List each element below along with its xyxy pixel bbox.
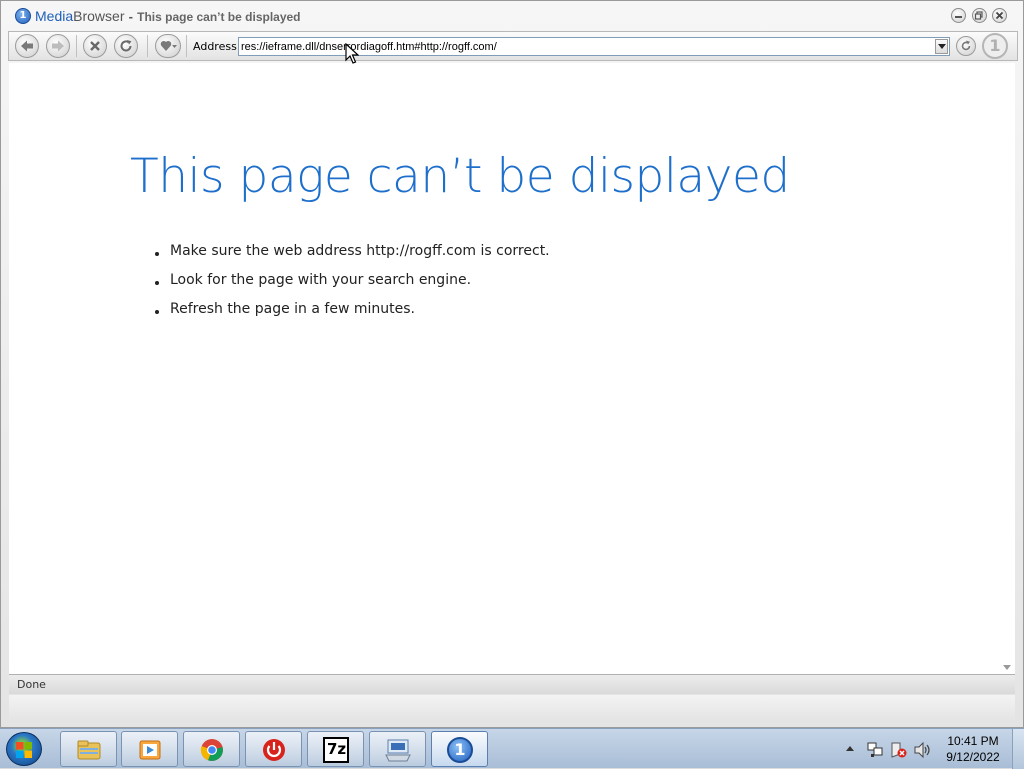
clock-time: 10:41 PM — [947, 734, 999, 748]
start-button[interactable] — [6, 732, 42, 766]
taskbar-file-explorer[interactable] — [60, 731, 117, 767]
error-heading: This page can’t be displayed — [130, 149, 790, 204]
vertical-scrollbar[interactable] — [999, 63, 1015, 674]
title-separator: - — [128, 9, 133, 24]
file-explorer-icon — [77, 740, 101, 760]
taskbar: 7z 1 10:41 PM 9/12/2022 — [0, 728, 1024, 769]
chevron-down-icon — [938, 44, 946, 49]
clock[interactable]: 10:41 PM 9/12/2022 — [938, 733, 1008, 765]
bullet-icon — [155, 310, 159, 314]
media-player-icon — [139, 740, 161, 760]
title-page-name: This page can’t be displayed — [137, 10, 301, 24]
list-item: Refresh the page in a few minutes. — [155, 301, 550, 330]
back-button[interactable] — [15, 34, 39, 58]
forward-button[interactable] — [46, 34, 70, 58]
7zip-label: 7z — [327, 740, 347, 758]
toolbar-separator — [186, 35, 187, 57]
7zip-icon: 7z — [323, 737, 349, 763]
title-app-name-media: Media — [35, 8, 74, 24]
suggestion-text: Make sure the web address http://rogff.c… — [170, 243, 550, 259]
address-label: Address — [193, 40, 237, 53]
keyboard-icon — [385, 739, 411, 762]
list-item: Look for the page with your search engin… — [155, 272, 550, 301]
minimize-button[interactable] — [951, 8, 966, 23]
back-icon — [21, 40, 33, 52]
taskbar-chrome[interactable] — [183, 731, 240, 767]
restore-icon — [974, 11, 983, 20]
status-bar: Done — [9, 674, 1015, 694]
show-desktop-button[interactable] — [1012, 729, 1024, 769]
window-title: MediaBrowser - This page can’t be displa… — [35, 8, 301, 25]
bullet-icon — [155, 252, 159, 256]
error-suggestions-list: Make sure the web address http://rogff.c… — [155, 243, 550, 330]
mouse-cursor-icon — [345, 43, 359, 64]
go-button[interactable] — [956, 36, 976, 56]
app-logo-icon: 1 — [15, 8, 31, 24]
taskbar-power[interactable] — [245, 731, 302, 767]
list-item: Make sure the web address http://rogff.c… — [155, 243, 550, 272]
suggestion-text: Look for the page with your search engin… — [170, 272, 472, 288]
toolbar-separator — [147, 35, 148, 57]
network-icon[interactable] — [866, 742, 884, 758]
system-tray — [842, 729, 938, 769]
title-bar: 1 MediaBrowser - This page can’t be disp… — [1, 1, 1023, 31]
action-center-icon[interactable] — [890, 742, 908, 758]
scroll-down-arrow-icon[interactable] — [1003, 665, 1011, 670]
toolbar-separator — [76, 35, 77, 57]
media-browser-icon: 1 — [447, 737, 473, 763]
chevron-up-icon[interactable] — [846, 745, 854, 751]
volume-icon[interactable] — [914, 742, 932, 758]
address-dropdown-button[interactable] — [935, 39, 948, 54]
taskbar-media-browser[interactable]: 1 — [431, 731, 488, 767]
refresh-button[interactable] — [114, 34, 138, 58]
close-button[interactable] — [992, 8, 1007, 23]
taskbar-keyboard[interactable] — [369, 731, 426, 767]
go-icon — [961, 40, 971, 51]
status-text: Done — [17, 678, 46, 691]
stop-button[interactable] — [83, 34, 107, 58]
media-browser-glyph: 1 — [454, 740, 466, 759]
window-bottom-frame — [9, 695, 1015, 723]
taskbar-7zip[interactable]: 7z — [307, 731, 364, 767]
favorites-icon — [160, 40, 177, 51]
minimize-icon — [955, 16, 962, 18]
browser-window: 1 MediaBrowser - This page can’t be disp… — [0, 0, 1024, 728]
power-icon — [263, 739, 285, 761]
chrome-icon — [200, 739, 223, 761]
page-content: This page can’t be displayed Make sure t… — [9, 63, 999, 674]
close-icon — [995, 11, 1004, 20]
favorites-button[interactable] — [155, 34, 181, 58]
bullet-icon — [155, 281, 159, 285]
clock-date: 9/12/2022 — [946, 750, 1000, 764]
refresh-icon — [120, 40, 132, 52]
windows-logo-icon — [16, 742, 32, 758]
suggestion-text: Refresh the page in a few minutes. — [170, 301, 415, 317]
navigation-toolbar: Address 1 — [8, 31, 1018, 61]
brand-logo-icon: 1 — [982, 33, 1008, 59]
forward-icon — [52, 40, 64, 52]
stop-icon — [90, 41, 100, 51]
title-app-name-browser: Browser — [73, 8, 125, 24]
taskbar-media-player[interactable] — [121, 731, 178, 767]
restore-button[interactable] — [972, 8, 987, 23]
